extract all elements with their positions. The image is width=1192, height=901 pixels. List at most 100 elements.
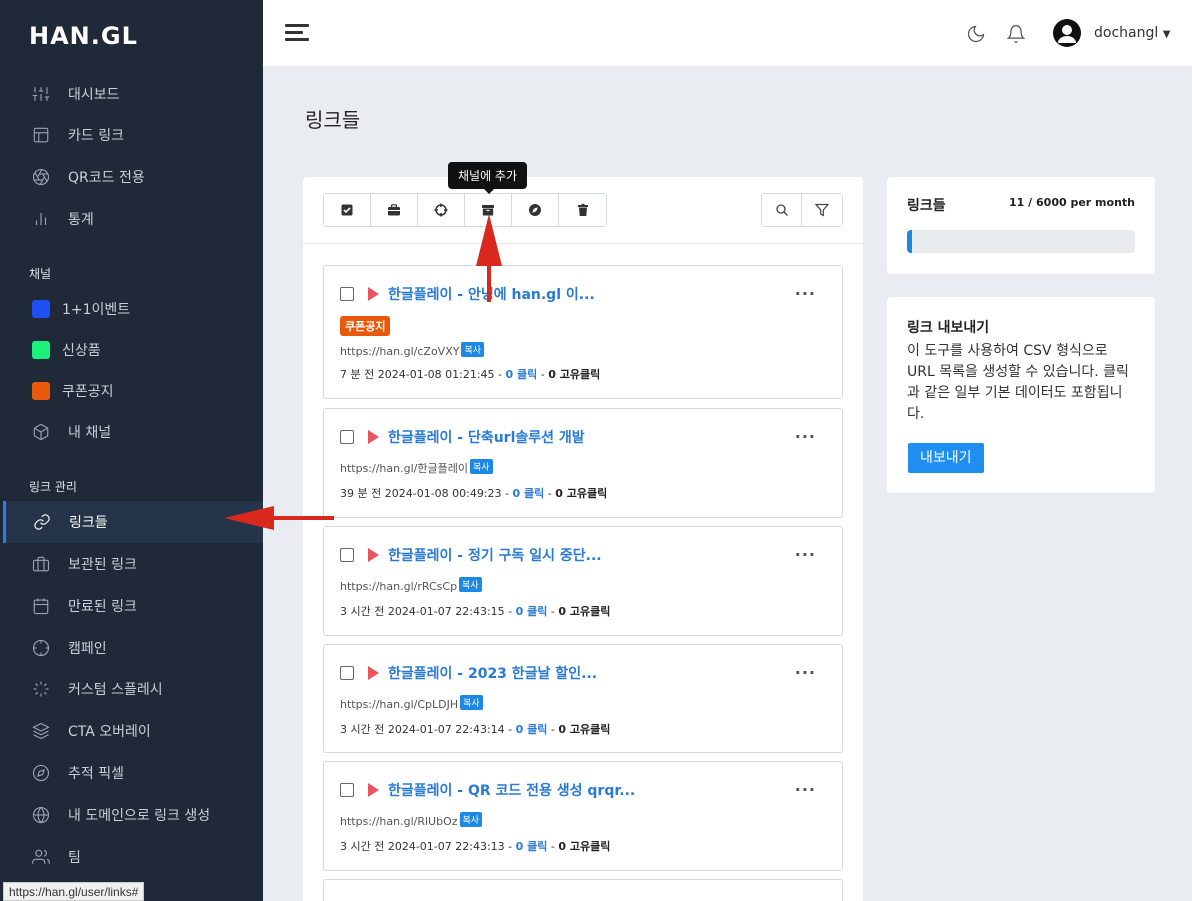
sidebar-item-archived[interactable]: 보관된 링크 [3, 543, 263, 585]
sidebar-item-dashboard[interactable]: 대시보드 [3, 73, 263, 115]
box-icon [32, 423, 50, 441]
link-checkbox[interactable] [340, 287, 354, 301]
link-item[interactable]: 한글플레이 - 안녕에 han.gl 이... ··· 쿠폰공지 https:/… [323, 265, 843, 399]
copy-button[interactable]: 복사 [459, 812, 483, 827]
more-options-icon[interactable]: ··· [795, 780, 816, 799]
channel-color-swatch [32, 341, 50, 359]
link-title[interactable]: 한글플레이 - QR 코드 전용 생성 qrqr... [388, 780, 635, 800]
aperture-icon [32, 168, 50, 186]
pixel-button[interactable] [512, 194, 559, 226]
sidebar-item-card-link[interactable]: 카드 링크 [3, 114, 263, 156]
search-icon [775, 204, 788, 216]
topbar: dochangl ▼ [263, 0, 1192, 66]
filter-button[interactable] [802, 194, 842, 226]
select-all-button[interactable] [324, 194, 371, 226]
link-item[interactable] [323, 879, 843, 901]
annotation-arrow-up-icon [476, 214, 502, 302]
sidebar-item-label: 보관된 링크 [68, 557, 137, 573]
archive-button[interactable] [371, 194, 418, 226]
short-url-text: https://han.gl/CpLDJH [340, 698, 459, 711]
divider [303, 243, 863, 244]
link-item[interactable]: 한글플레이 - QR 코드 전용 생성 qrqr... ··· https://… [323, 761, 843, 871]
username: dochangl [1094, 25, 1159, 41]
more-options-icon[interactable]: ··· [795, 427, 816, 446]
tooltip: 채널에 추가 [448, 162, 528, 194]
moon-icon[interactable] [966, 24, 986, 44]
sidebar-item-label: 쿠폰공지 [62, 384, 114, 400]
short-url: https://han.gl/한글플레이 복사 [340, 459, 493, 476]
copy-button[interactable]: 복사 [459, 577, 482, 592]
click-count: 0 클릭 [512, 487, 545, 500]
short-url: https://han.gl/rRCsCp 복사 [340, 577, 482, 593]
unique-click-count: 0 고유클릭 [555, 487, 608, 500]
menu-toggle-icon[interactable] [285, 24, 309, 42]
sidebar-item-label: 1+1이벤트 [62, 302, 131, 318]
link-checkbox[interactable] [340, 430, 354, 444]
channel-color-swatch [32, 382, 50, 400]
link-item[interactable]: 한글플레이 - 단축url솔루션 개발 ··· https://han.gl/한… [323, 408, 843, 518]
sidebar-channel-1[interactable]: 1+1이벤트 [3, 288, 263, 330]
sidebar-item-label: 캠페인 [68, 641, 107, 657]
short-url-text: https://han.gl/cZoVXY [340, 345, 460, 358]
check-square-icon [341, 204, 353, 216]
sliders-icon [32, 85, 50, 103]
sidebar-item-label: 신상품 [62, 343, 101, 359]
more-options-icon[interactable]: ··· [795, 545, 816, 564]
export-button[interactable]: 내보내기 [908, 443, 984, 473]
link-checkbox[interactable] [340, 666, 354, 680]
sidebar-item-label: 만료된 링크 [68, 599, 137, 615]
sidebar-item-team[interactable]: 팀 [3, 836, 263, 878]
copy-button[interactable]: 복사 [460, 695, 483, 710]
sidebar-item-label: 내 채널 [68, 425, 112, 441]
play-icon [368, 430, 379, 444]
link-checkbox[interactable] [340, 548, 354, 562]
crosshair-icon [32, 639, 50, 657]
copy-button[interactable]: 복사 [469, 459, 493, 474]
link-meta: 3 시간 전 2024-01-07 22:43:14 - 0 클릭 - 0 고유… [340, 723, 611, 736]
sidebar-item-label: 추적 픽셀 [68, 766, 124, 782]
sidebar-channel-3[interactable]: 쿠폰공지 [3, 370, 263, 412]
avatar[interactable] [1053, 19, 1081, 47]
user-menu[interactable]: dochangl ▼ [1094, 25, 1170, 41]
link-item[interactable]: 한글플레이 - 정기 구독 일시 중단... ··· https://han.g… [323, 526, 843, 636]
usage-card: 링크들 11 / 6000 per month [887, 177, 1155, 274]
link-time: 3 시간 전 2024-01-07 22:43:13 [340, 840, 505, 853]
unique-click-count: 0 고유클릭 [548, 368, 601, 381]
more-options-icon[interactable]: ··· [795, 284, 816, 303]
sidebar-item-pixel[interactable]: 추적 픽셀 [3, 752, 263, 794]
sidebar-item-label: 카드 링크 [68, 128, 124, 144]
link-time: 3 시간 전 2024-01-07 22:43:15 [340, 605, 505, 618]
sidebar-item-label: CTA 오버레이 [68, 724, 151, 740]
unique-click-count: 0 고유클릭 [558, 723, 611, 736]
filter-icon [815, 203, 829, 217]
bell-icon[interactable] [1006, 24, 1026, 44]
more-options-icon[interactable]: ··· [795, 663, 816, 682]
sidebar-item-campaign[interactable]: 캠페인 [3, 627, 263, 669]
sidebar-item-splash[interactable]: 커스텀 스플레시 [3, 668, 263, 710]
usage-title: 링크들 [907, 198, 946, 214]
link-title[interactable]: 한글플레이 - 2023 한글날 할인... [388, 663, 597, 683]
link-title[interactable]: 한글플레이 - 정기 구독 일시 중단... [388, 545, 602, 565]
sidebar-channel-2[interactable]: 신상품 [3, 329, 263, 371]
sidebar-item-cta[interactable]: CTA 오버레이 [3, 710, 263, 752]
link-checkbox[interactable] [340, 783, 354, 797]
briefcase-icon [388, 204, 400, 216]
sidebar-item-domain[interactable]: 내 도메인으로 링크 생성 [3, 794, 263, 836]
search-button[interactable] [762, 194, 802, 226]
sidebar-item-my-channel[interactable]: 내 채널 [3, 411, 263, 453]
campaign-button[interactable] [418, 194, 465, 226]
link-item[interactable]: 한글플레이 - 2023 한글날 할인... ··· https://han.g… [323, 644, 843, 753]
sidebar-item-expired[interactable]: 만료된 링크 [3, 585, 263, 627]
sidebar-item-stats[interactable]: 통계 [3, 198, 263, 240]
sidebar-item-label: 대시보드 [68, 87, 120, 103]
annotation-arrow-left-icon [224, 506, 334, 530]
sidebar-item-qr[interactable]: QR코드 전용 [3, 156, 263, 198]
link-title[interactable]: 한글플레이 - 단축url솔루션 개발 [388, 427, 585, 447]
sidebar-item-label: 커스텀 스플레시 [68, 682, 163, 698]
copy-button[interactable]: 복사 [461, 342, 485, 357]
short-url: https://han.gl/cZoVXY 복사 [340, 342, 485, 358]
delete-button[interactable] [559, 194, 606, 226]
sidebar-item-label: QR코드 전용 [68, 170, 145, 186]
section-label-link-management: 링크 관리 [29, 480, 77, 494]
logo[interactable]: HAN.GL [29, 22, 138, 50]
